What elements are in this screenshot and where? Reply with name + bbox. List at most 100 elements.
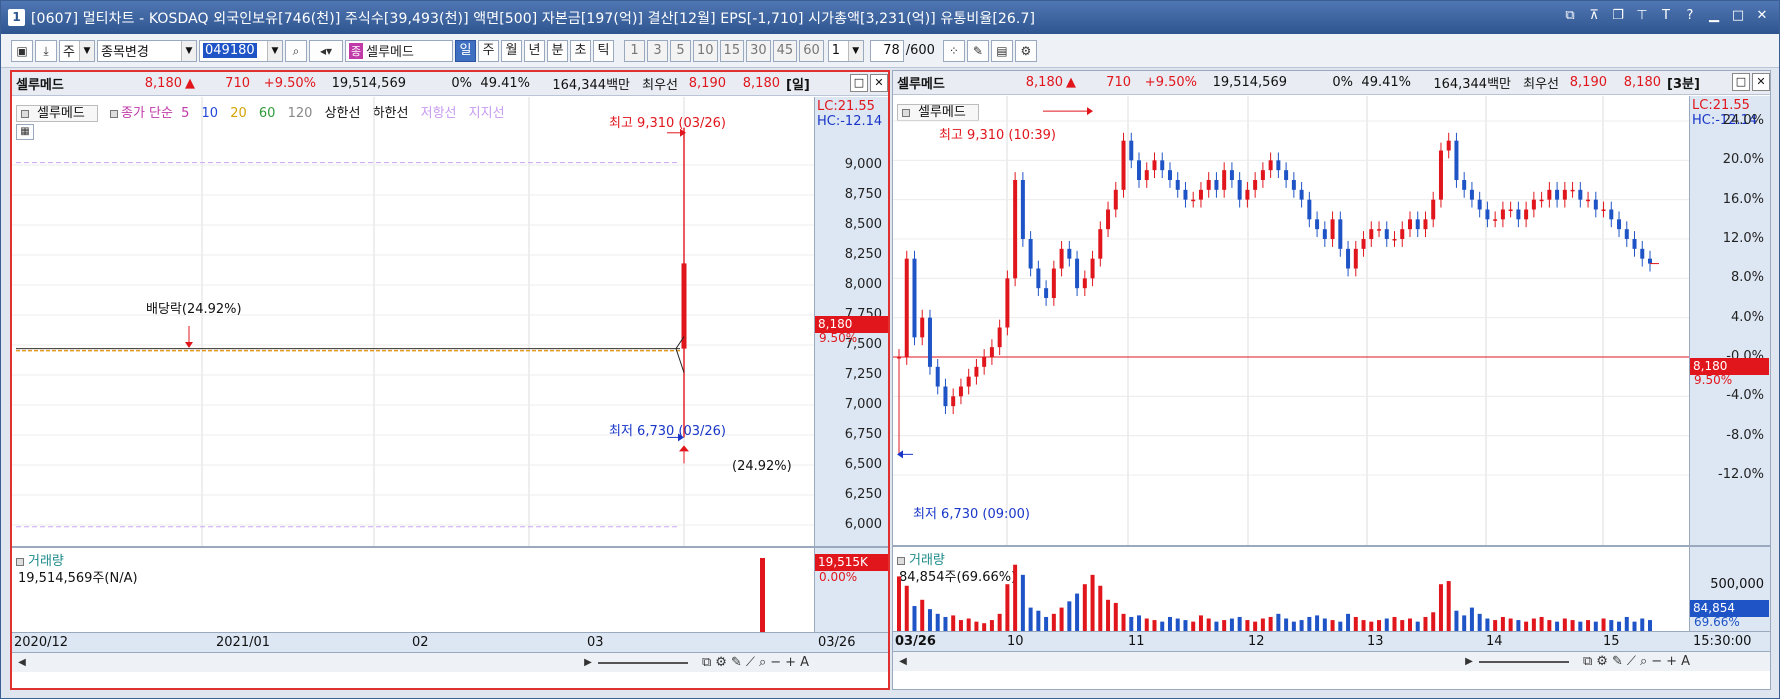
help-icon[interactable]: ? <box>1681 7 1699 25</box>
volume-chart[interactable] <box>12 548 814 632</box>
scroll-left-icon[interactable]: ◀ <box>14 655 30 671</box>
minute-price-chart[interactable] <box>893 96 1689 618</box>
period-tab-2[interactable]: 월 <box>501 39 522 62</box>
minute-chart-panel[interactable]: 셀루메드 8,180 ▲ 710 +9.50% 19,514,569 0% 49… <box>892 70 1771 690</box>
candle-body <box>1121 140 1126 190</box>
y-tick: 8,750 <box>844 187 882 202</box>
maximize-icon[interactable]: □ <box>1732 73 1750 91</box>
candle-body <box>1214 180 1219 190</box>
candle-body <box>1617 219 1622 230</box>
low-annotation: 최저 6,730 (03/26) <box>609 424 727 439</box>
lc-label: LC:21.55 <box>817 99 875 114</box>
candle-body <box>1493 219 1498 221</box>
layout-icon[interactable]: ▣ <box>11 39 33 62</box>
price-axis: LC:21.55 HC:-12.14 9,000 8,750 8,500 8,250 8… <box>814 97 888 619</box>
pin2-icon[interactable]: ⊤ <box>1633 7 1651 25</box>
zoom-out-icon[interactable]: − <box>1651 654 1662 669</box>
close-icon[interactable]: ✕ <box>1752 73 1770 91</box>
draw-icon[interactable]: ✎ <box>1612 654 1623 669</box>
daily-price-chart[interactable] <box>12 97 814 619</box>
settings-icon[interactable]: ⚙ <box>715 655 727 670</box>
font-icon[interactable]: A <box>800 655 809 670</box>
y-tick: 16.0% <box>1722 191 1764 207</box>
n-select[interactable]: 1 ▼ <box>827 39 864 62</box>
stock-name-box[interactable]: 종 셀루메드 <box>345 39 453 62</box>
draw-icon[interactable]: ✎ <box>731 655 742 670</box>
close-icon[interactable]: ✕ <box>1753 7 1771 25</box>
volume-bar <box>897 576 901 631</box>
interval-button-30[interactable]: 30 <box>746 39 771 62</box>
up-arrow-icon: ▲ <box>185 76 195 91</box>
scroll-right-icon[interactable]: ▶ <box>1461 654 1477 670</box>
window-number: 1 <box>8 9 25 26</box>
period-tab-4[interactable]: 분 <box>547 39 568 62</box>
line-icon[interactable]: ⟋ <box>746 655 755 670</box>
candle-body <box>1377 229 1382 231</box>
period-tab-0[interactable]: 일 <box>455 39 476 62</box>
zoom-slider[interactable] <box>598 662 688 664</box>
period-tab-3[interactable]: 년 <box>524 39 545 62</box>
period-tab-6[interactable]: 틱 <box>593 39 614 62</box>
interval-button-1[interactable]: 1 <box>624 39 645 62</box>
stock-code-input[interactable]: 049180 ▼ <box>199 39 283 62</box>
copy-icon[interactable]: ⧉ <box>1583 654 1592 669</box>
period-tab-1[interactable]: 주 <box>478 39 499 62</box>
scroll-right-icon[interactable]: ▶ <box>580 655 596 671</box>
interval-button-5[interactable]: 5 <box>670 39 691 62</box>
type-select[interactable]: 주 ▼ <box>59 39 95 62</box>
save-icon[interactable]: ▤ <box>990 39 1013 62</box>
volume-bar <box>943 616 948 631</box>
scroll-bar[interactable]: ◀ ▶ ⧉ ⚙ ✎ ⟋ ⌕ − + A <box>893 651 1770 671</box>
speaker-icon[interactable]: ◂▾ <box>309 39 343 62</box>
volume-bar <box>1113 602 1118 631</box>
candle-body <box>982 357 987 367</box>
line-icon[interactable]: ⟋ <box>1627 654 1636 669</box>
restore-icon[interactable]: ⧉ <box>1561 7 1579 25</box>
zoom-slider[interactable] <box>1479 661 1569 663</box>
candle-body <box>989 347 994 357</box>
volume-chart[interactable] <box>893 547 1689 631</box>
interval-button-10[interactable]: 10 <box>693 39 718 62</box>
window-icon[interactable]: ❐ <box>1609 7 1627 25</box>
interval-button-3[interactable]: 3 <box>647 39 668 62</box>
stock-change-select[interactable]: 종목변경 ▼ <box>97 39 197 62</box>
zoom-out-icon[interactable]: − <box>770 655 781 670</box>
candle-body <box>1361 239 1366 249</box>
volume-bar <box>1415 621 1420 631</box>
pin-icon[interactable]: ⊼ <box>1585 7 1603 25</box>
period-tab-5[interactable]: 초 <box>570 39 591 62</box>
draw-icon[interactable]: ✎ <box>966 39 989 62</box>
zoom-in-icon[interactable]: + <box>1666 654 1677 669</box>
volume-bar <box>1330 620 1335 631</box>
minimize-icon[interactable]: ▁ <box>1705 7 1723 25</box>
volume-axis: 500,000 84,854 69.66% <box>1689 547 1770 631</box>
copy-icon[interactable]: ⧉ <box>702 655 711 670</box>
maximize-icon[interactable]: □ <box>850 74 868 92</box>
interval-button-60[interactable]: 60 <box>799 39 824 62</box>
quote-bar: 셀루메드 8,180 ▲ 710 +9.50% 19,514,569 0% 49… <box>12 72 888 96</box>
scroll-bar[interactable]: ◀ ▶ ⧉ ⚙ ✎ ⟋ ⌕ − + A <box>12 652 888 672</box>
candle-body <box>1640 248 1645 259</box>
search-icon[interactable]: ⌕ <box>285 39 307 62</box>
daily-chart-panel[interactable]: 셀루메드 8,180 ▲ 710 +9.50% 19,514,569 0% 49… <box>10 70 890 690</box>
maximize-icon[interactable]: □ <box>1729 7 1747 25</box>
y-tick: 7,250 <box>844 367 882 382</box>
settings-icon[interactable]: ⚙ <box>1596 654 1608 669</box>
grid-icon[interactable]: ⁘ <box>942 39 965 62</box>
gear-icon[interactable]: ⚙ <box>1014 39 1037 62</box>
count-input[interactable]: 78 <box>869 39 904 62</box>
font-icon[interactable]: T <box>1657 7 1675 25</box>
volume-bar <box>1609 620 1614 631</box>
zoom-in-icon[interactable]: + <box>785 655 796 670</box>
zoom-icon[interactable]: ⌕ <box>759 655 766 670</box>
close-icon[interactable]: ✕ <box>870 74 888 92</box>
scroll-left-icon[interactable]: ◀ <box>895 654 911 670</box>
candle-body <box>1144 170 1149 180</box>
candle-body <box>1198 189 1203 200</box>
font-icon[interactable]: A <box>1681 654 1690 669</box>
interval-button-45[interactable]: 45 <box>772 39 798 62</box>
zoom-icon[interactable]: ⌕ <box>1640 654 1647 669</box>
volume-bar <box>1555 621 1560 631</box>
interval-button-15[interactable]: 15 <box>719 39 745 62</box>
download-icon[interactable]: ⤓ <box>35 39 57 62</box>
